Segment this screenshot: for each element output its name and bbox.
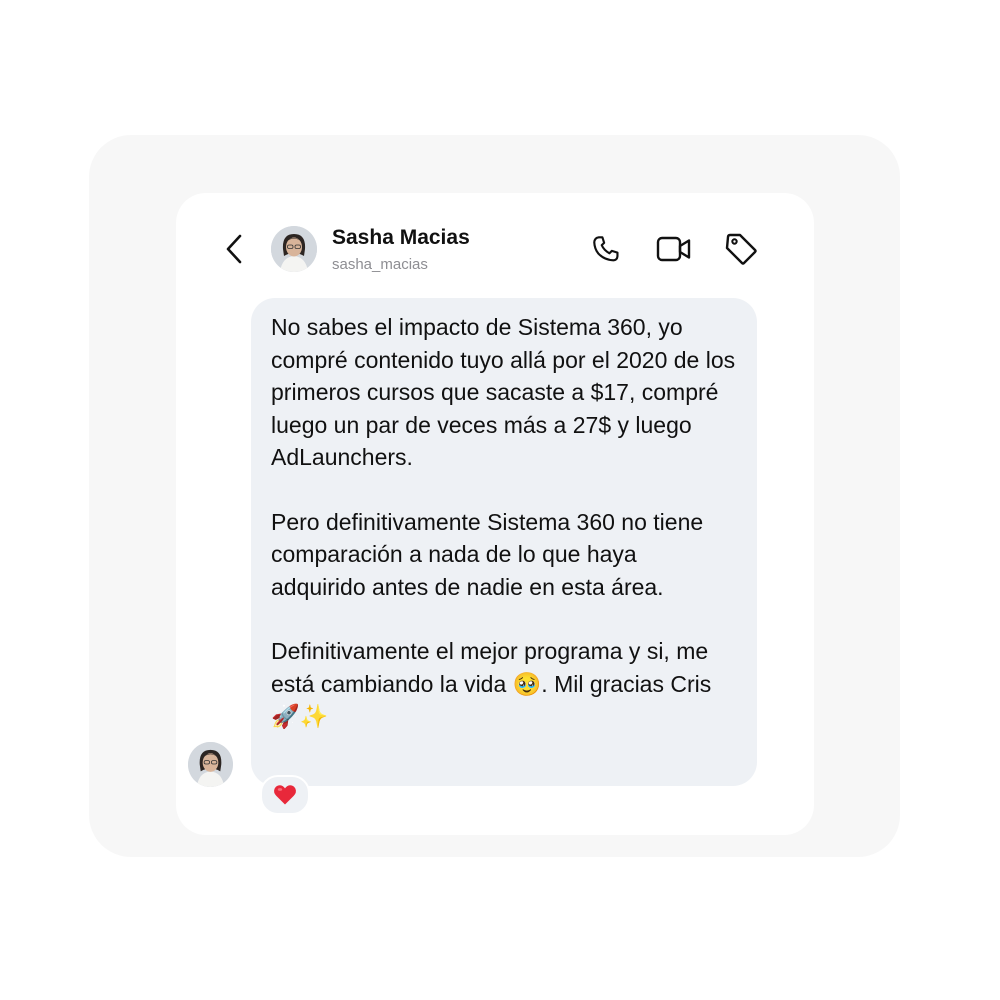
contact-name: Sasha Macias xyxy=(332,226,470,249)
label-button[interactable] xyxy=(723,231,759,267)
avatar-portrait xyxy=(271,226,317,272)
message-paragraph: Pero definitivamente Sistema 360 no tien… xyxy=(271,508,704,600)
video-camera-icon xyxy=(656,236,691,262)
sender-avatar[interactable] xyxy=(188,742,233,787)
heart-icon xyxy=(274,785,296,805)
avatar-portrait xyxy=(188,742,233,787)
message-paragraph: Definitivamente el mejor programa y si, … xyxy=(271,638,712,729)
tag-icon xyxy=(725,233,757,265)
phone-icon xyxy=(593,236,619,262)
video-call-button[interactable] xyxy=(656,231,692,267)
call-button[interactable] xyxy=(588,231,624,267)
contact-avatar[interactable] xyxy=(271,226,317,272)
heart-reaction[interactable] xyxy=(260,775,310,815)
back-button[interactable] xyxy=(219,230,249,268)
back-chevron-icon xyxy=(226,234,242,264)
message-paragraph: No sabes el impacto de Sistema 360, yo c… xyxy=(271,314,736,470)
contact-username: sasha_macias xyxy=(332,256,428,273)
message-bubble[interactable]: No sabes el impacto de Sistema 360, yo c… xyxy=(251,298,757,786)
